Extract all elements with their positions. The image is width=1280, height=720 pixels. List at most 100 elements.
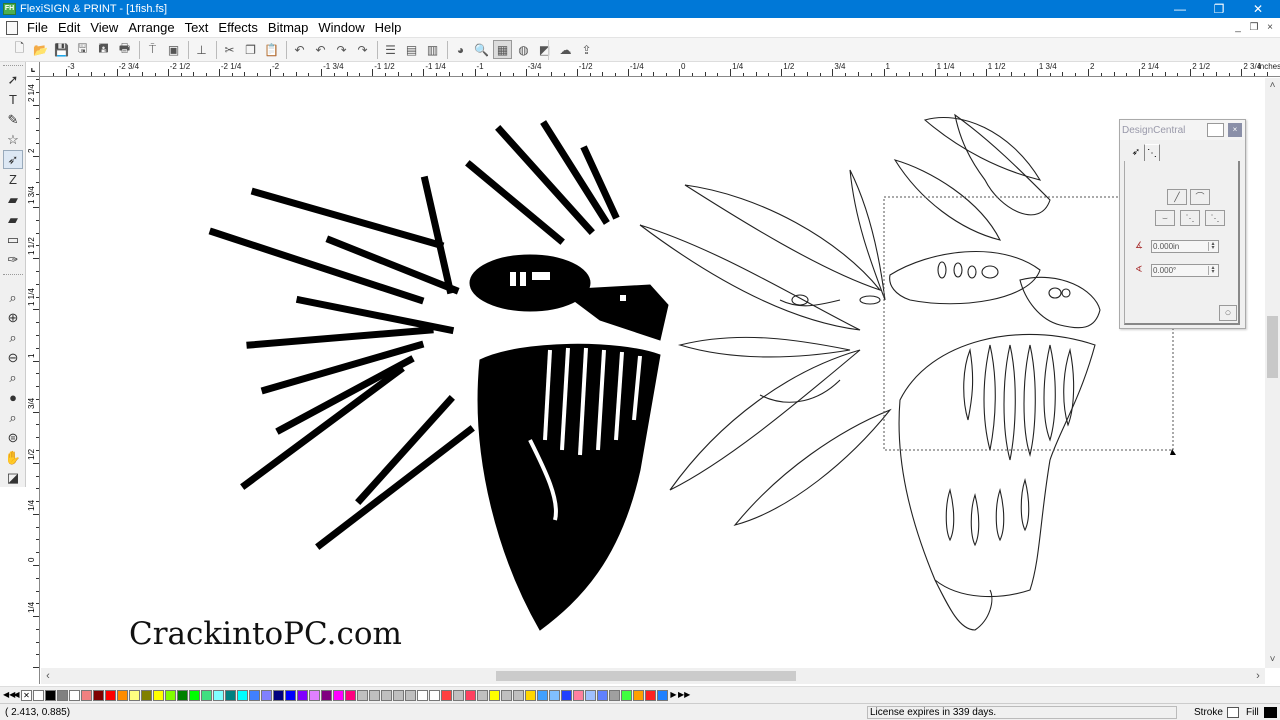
cloud-sync-button[interactable]: ☁: [556, 40, 575, 59]
palette-color-swatch[interactable]: [609, 689, 620, 701]
document-restore-button[interactable]: ❐: [1246, 20, 1262, 36]
curve-segment-button[interactable]: ⌒: [1190, 189, 1210, 205]
palette-color-swatch[interactable]: [177, 689, 188, 701]
fill-color-swatch[interactable]: [1264, 707, 1277, 718]
menu-file[interactable]: File: [22, 18, 53, 38]
minimize-button[interactable]: —: [1160, 0, 1200, 18]
tolerance-input[interactable]: 0.000in ▴ ▾: [1151, 240, 1219, 253]
palette-color-swatch[interactable]: [357, 689, 368, 701]
scroll-up-arrow-icon[interactable]: ˄: [1265, 80, 1280, 94]
zigzag-text-tool-icon[interactable]: Z: [3, 170, 23, 189]
zoom-color-tool-icon[interactable]: ⌕: [3, 408, 23, 427]
palette-color-swatch[interactable]: [345, 689, 356, 701]
palette-color-swatch[interactable]: [453, 689, 464, 701]
palette-color-swatch[interactable]: [525, 689, 536, 701]
palette-color-swatch[interactable]: [237, 689, 248, 701]
palette-color-swatch[interactable]: [105, 689, 116, 701]
palette-color-swatch[interactable]: [33, 689, 44, 701]
palette-color-swatch[interactable]: [549, 689, 560, 701]
angle-input[interactable]: 0.000° ▴ ▾: [1151, 264, 1219, 277]
no-color-swatch[interactable]: ✕: [21, 689, 32, 701]
palette-color-swatch[interactable]: [81, 689, 92, 701]
palette-color-swatch[interactable]: [249, 689, 260, 701]
close-button[interactable]: ✕: [1238, 0, 1278, 18]
palette-color-swatch[interactable]: [285, 689, 296, 701]
job-properties-button[interactable]: ▤: [402, 40, 421, 59]
palette-color-swatch[interactable]: [561, 689, 572, 701]
palette-color-swatch[interactable]: [93, 689, 104, 701]
zoom-disabled-tool-icon[interactable]: ●: [3, 388, 23, 407]
horizontal-scrollbar[interactable]: ‹ ›: [41, 668, 1265, 684]
palette-color-swatch[interactable]: [657, 689, 668, 701]
palette-color-swatch[interactable]: [129, 689, 140, 701]
color-picker-button[interactable]: 🔍: [472, 40, 491, 59]
document-icon[interactable]: [6, 20, 18, 35]
vertical-scrollbar[interactable]: ˄ ˅: [1265, 78, 1280, 668]
undo-button[interactable]: ↶: [290, 40, 309, 59]
palette-color-swatch[interactable]: [621, 689, 632, 701]
shape-draw-tool-icon[interactable]: ✎: [3, 110, 23, 129]
palette-color-swatch[interactable]: [381, 689, 392, 701]
fill-stroke-tool-icon[interactable]: ◪: [3, 468, 23, 487]
document-close-button[interactable]: ×: [1262, 20, 1278, 36]
node-edit-tool-icon[interactable]: ➶: [3, 150, 23, 169]
document-minimize-button[interactable]: _: [1230, 20, 1246, 36]
save-button[interactable]: 💾: [52, 40, 71, 59]
palette-color-swatch[interactable]: [645, 689, 656, 701]
print-button[interactable]: 🖶: [115, 40, 134, 59]
palette-color-swatch[interactable]: [117, 689, 128, 701]
swatch-grid-button[interactable]: ▦: [493, 40, 512, 59]
cloud-upload-button[interactable]: ⇪: [577, 40, 596, 59]
text-tool-icon[interactable]: T: [3, 90, 23, 109]
palette-color-swatch[interactable]: [405, 689, 416, 701]
palette-color-swatch[interactable]: [297, 689, 308, 701]
tolerance-spinner[interactable]: ▴ ▾: [1208, 241, 1217, 251]
copy-button[interactable]: ❐: [241, 40, 260, 59]
angle-spinner[interactable]: ▴ ▾: [1208, 265, 1217, 275]
palette-color-swatch[interactable]: [633, 689, 644, 701]
color-palette-button[interactable]: ◕: [451, 40, 470, 59]
menu-effects[interactable]: Effects: [213, 18, 263, 38]
palette-color-swatch[interactable]: [213, 689, 224, 701]
palette-color-swatch[interactable]: [309, 689, 320, 701]
palette-color-swatch[interactable]: [261, 689, 272, 701]
palette-color-swatch[interactable]: [57, 689, 68, 701]
toolbox-grip[interactable]: [3, 274, 23, 275]
star-tool-icon[interactable]: ☆: [3, 130, 23, 149]
tab-node-list[interactable]: ⋱: [1144, 144, 1160, 161]
palette-color-swatch[interactable]: [45, 689, 56, 701]
palette-color-swatch[interactable]: [417, 689, 428, 701]
palette-color-swatch[interactable]: [141, 689, 152, 701]
hand-pan-tool-icon[interactable]: ✋: [3, 448, 23, 467]
palette-color-swatch[interactable]: [465, 689, 476, 701]
maximize-button[interactable]: ❐: [1199, 0, 1239, 18]
menu-view[interactable]: View: [85, 18, 123, 38]
palette-color-swatch[interactable]: [189, 689, 200, 701]
job-list-button[interactable]: ☰: [381, 40, 400, 59]
tab-node-edit[interactable]: ➶: [1128, 144, 1144, 161]
toolbox-grip[interactable]: [3, 65, 23, 66]
undo-list-button[interactable]: ↶: [311, 40, 330, 59]
vector-outline-fish[interactable]: [639, 113, 1101, 631]
ruler-origin-corner[interactable]: ⌞: [27, 62, 40, 77]
horizontal-scroll-thumb[interactable]: [496, 671, 796, 681]
palette-color-swatch[interactable]: [573, 689, 584, 701]
menu-text[interactable]: Text: [180, 18, 214, 38]
design-canvas[interactable]: CrackintoPC.com: [41, 78, 1265, 668]
menu-arrange[interactable]: Arrange: [123, 18, 179, 38]
line-segment-button[interactable]: ╱: [1167, 189, 1187, 205]
zoom-in-tool-icon[interactable]: ⊕: [3, 308, 23, 327]
horizontal-ruler[interactable]: -3 -2 3/4 -2 1/2 -2 1/4 -2 -1 3/4 -1 1/2 -1 1/4…: [40, 62, 1280, 77]
apply-button[interactable]: ○: [1219, 305, 1237, 321]
zoom-1to1-tool-icon[interactable]: ⊜: [3, 428, 23, 447]
zoom-selection-tool-icon[interactable]: ⌕: [3, 368, 23, 387]
scroll-down-arrow-icon[interactable]: ˅: [1265, 654, 1280, 668]
color-profile-button[interactable]: ◩: [535, 40, 554, 59]
palette-last-icon[interactable]: ▶▶: [678, 689, 690, 701]
menu-bitmap[interactable]: Bitmap: [263, 18, 313, 38]
palette-color-swatch[interactable]: [477, 689, 488, 701]
palette-color-swatch[interactable]: [489, 689, 500, 701]
redo-button[interactable]: ↷: [332, 40, 351, 59]
palette-color-swatch[interactable]: [333, 689, 344, 701]
palette-prev-icon[interactable]: ◀: [12, 689, 21, 701]
